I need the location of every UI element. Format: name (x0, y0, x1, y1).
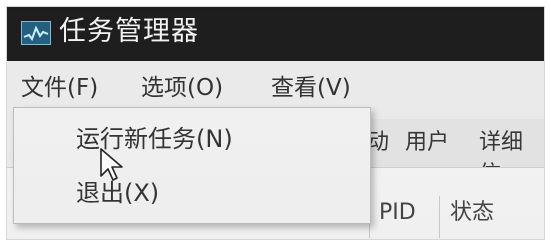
title-bar: 任务管理器 (7, 7, 544, 61)
mouse-pointer-icon (100, 148, 123, 181)
column-header-status[interactable]: 状态 (450, 198, 494, 228)
file-menu-dropdown: 运行新任务(N) 退出(X) (13, 107, 371, 224)
column-divider (439, 196, 440, 238)
menu-options[interactable]: 选项(O) (141, 71, 223, 105)
menu-view[interactable]: 查看(V) (271, 71, 351, 105)
column-header-pid[interactable]: PID (379, 198, 416, 228)
window-title: 任务管理器 (59, 16, 199, 47)
tab-users[interactable]: 用户 (405, 127, 449, 159)
task-manager-window: 任务管理器 文件(F) 选项(O) 查看(V) 动 用户 详细信 名称 PID … (6, 6, 545, 240)
tab-bar: 动 用户 详细信 (357, 119, 544, 187)
task-manager-icon (21, 21, 51, 45)
menu-file[interactable]: 文件(F) (21, 71, 98, 105)
